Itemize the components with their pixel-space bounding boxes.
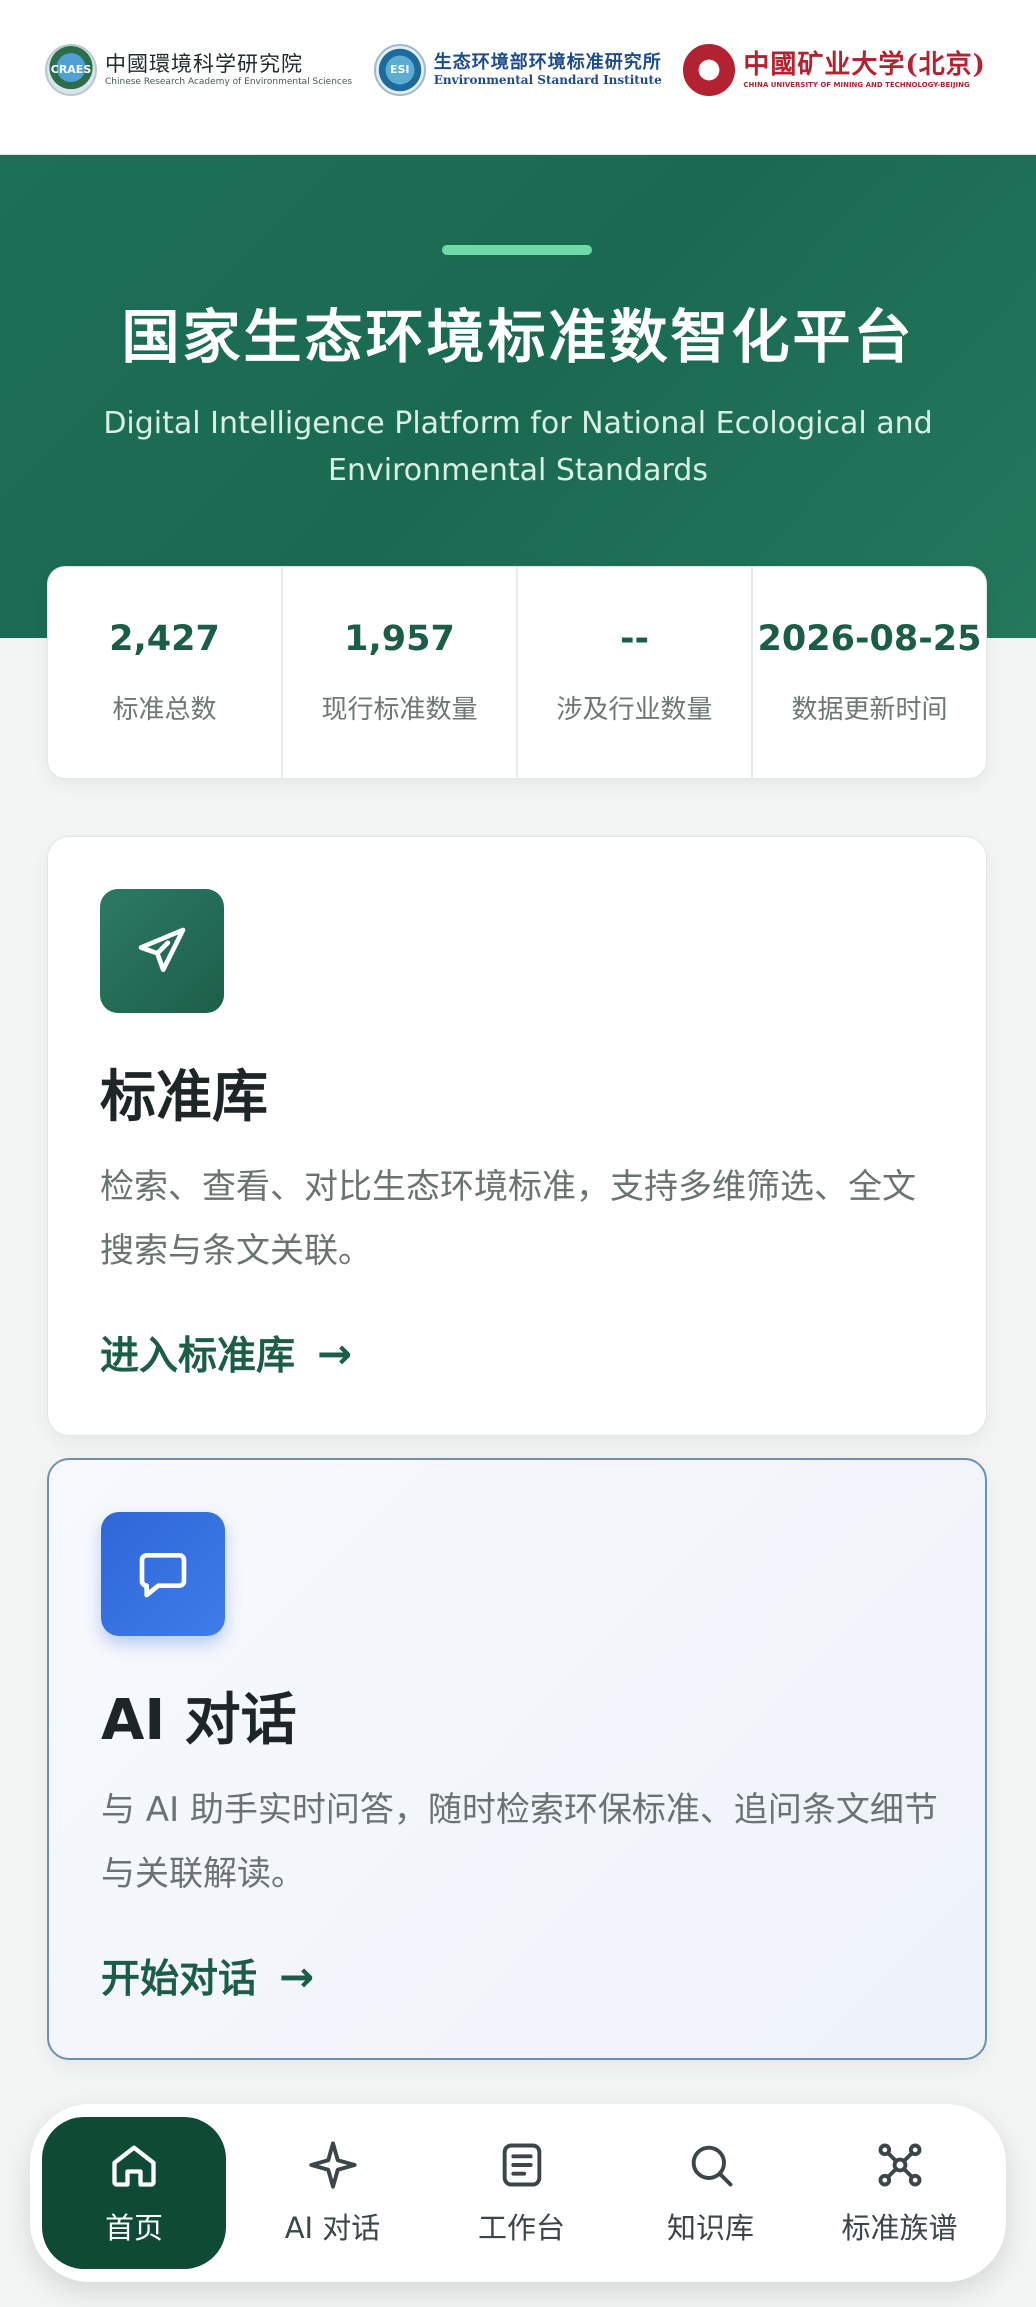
stat-update-date: 2026-08-25 数据更新时间: [753, 567, 986, 778]
nav-label: 知识库: [666, 2211, 754, 2245]
stat-label: 涉及行业数量: [556, 695, 713, 725]
stat-label: 标准总数: [112, 695, 217, 725]
craes-logo-en: Chinese Research Academy of Environmenta…: [105, 76, 353, 87]
esi-logo-name: 生态环境部环境标准研究所: [433, 51, 662, 73]
search-icon: [691, 2145, 732, 2187]
card-title: 标准库: [100, 1065, 268, 1130]
page: CRAES 中國環境科学研究院 Chinese Research Academy…: [0, 0, 1036, 2307]
craes-seal-icon: CRAES: [45, 43, 97, 96]
cumtb-logo: 中國矿业大学(北京) CHINA UNIVERSITY OF MINING AN…: [683, 43, 986, 96]
ai-chat-card[interactable]: AI 对话 与 AI 助手实时问答，随时检索环保标准、追问条文细节与关联解读。 …: [47, 1458, 987, 2060]
stat-label: 现行标准数量: [321, 695, 478, 725]
nav-label: 首页: [104, 2211, 163, 2245]
nav-workbench[interactable]: 工作台: [427, 2117, 616, 2269]
arrow-right-icon: →: [317, 1328, 353, 1378]
stat-value: 2,427: [109, 619, 220, 659]
hero-subtitle: Digital Intelligence Platform for Nation…: [103, 406, 933, 488]
link-label: 开始对话: [101, 1957, 258, 2002]
stat-current-standards: 1,957 现行标准数量: [283, 567, 518, 778]
hero-accent-bar: [442, 245, 592, 255]
network-icon: [878, 2143, 921, 2187]
nav-standards-genealogy[interactable]: 标准族谱: [805, 2117, 994, 2269]
send-icon: [100, 889, 224, 1013]
stats-panel: 2,427 标准总数 1,957 现行标准数量 -- 涉及行业数量 2026-0…: [47, 566, 987, 779]
stat-value: 2026-08-25: [757, 619, 982, 659]
partner-logo-bar: CRAES 中國環境科学研究院 Chinese Research Academy…: [0, 0, 1036, 155]
cumtb-logo-name: 中國矿业大学(北京): [743, 49, 986, 80]
card-description: 检索、查看、对比生态环境标准，支持多维筛选、全文搜索与条文关联。: [100, 1167, 916, 1271]
nav-label: 标准族谱: [841, 2211, 958, 2245]
stat-industries: -- 涉及行业数量: [518, 567, 753, 778]
start-chat-link[interactable]: 开始对话 →: [101, 1948, 314, 2004]
nav-home[interactable]: 首页: [42, 2117, 226, 2269]
arrow-right-icon: →: [279, 1951, 315, 2001]
home-icon: [112, 2145, 156, 2187]
stat-label: 数据更新时间: [791, 695, 948, 725]
nav-knowledge-base[interactable]: 知识库: [616, 2117, 805, 2269]
bottom-navigation: 首页 AI 对话 工作台 知识库 标准族谱: [30, 2104, 1006, 2282]
esi-seal-icon: ESI: [373, 43, 426, 96]
nav-label: AI 对话: [284, 2211, 381, 2245]
stat-value: --: [619, 619, 650, 659]
cumtb-seal-icon: [683, 43, 736, 96]
document-icon: [502, 2143, 541, 2187]
craes-logo-name: 中國環境科学研究院: [105, 51, 303, 76]
craes-logo: CRAES 中國環境科学研究院 Chinese Research Academy…: [45, 43, 353, 96]
standards-library-card[interactable]: 标准库 检索、查看、对比生态环境标准，支持多维筛选、全文搜索与条文关联。 进入标…: [47, 836, 987, 1436]
esi-logo-en: Environmental Standard Institute: [433, 73, 662, 88]
sparkle-icon: [308, 2141, 357, 2189]
esi-logo: ESI 生态环境部环境标准研究所 Environmental Standard …: [373, 43, 662, 96]
card-description: 与 AI 助手实时问答，随时检索环保标准、追问条文细节与关联解读。: [101, 1790, 938, 1894]
nav-label: 工作台: [477, 2211, 565, 2245]
nav-ai-chat[interactable]: AI 对话: [238, 2117, 427, 2269]
stat-value: 1,957: [344, 619, 455, 659]
cumtb-logo-en: CHINA UNIVERSITY OF MINING AND TECHNOLOG…: [743, 80, 970, 89]
card-title: AI 对话: [101, 1688, 297, 1753]
stat-total-standards: 2,427 标准总数: [48, 567, 283, 778]
enter-standards-link[interactable]: 进入标准库 →: [100, 1325, 352, 1381]
chat-bubble-icon: [101, 1512, 225, 1636]
link-label: 进入标准库: [100, 1334, 296, 1379]
hero-title: 国家生态环境标准数智化平台: [121, 303, 915, 371]
